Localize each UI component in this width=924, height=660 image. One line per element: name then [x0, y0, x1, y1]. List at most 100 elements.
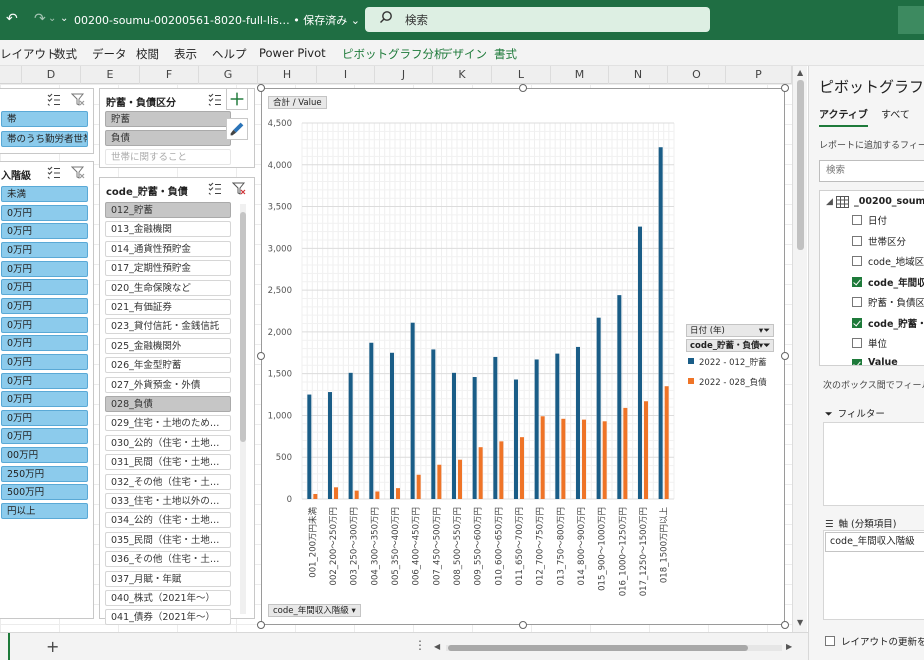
- field-label[interactable]: 単位: [868, 336, 887, 350]
- field-label[interactable]: code_貯蓄・: [868, 316, 924, 330]
- account-avatar[interactable]: [898, 6, 924, 34]
- slicer-item[interactable]: 030_公的（住宅・土地…: [105, 434, 231, 451]
- field-checkbox[interactable]: [852, 215, 862, 225]
- slicer-household[interactable]: 帯 帯のうち勤労者世帯: [0, 88, 94, 154]
- slicer-item[interactable]: 034_公的（住宅・土地…: [105, 512, 231, 529]
- undo-icon[interactable]: ↶: [6, 11, 18, 27]
- resize-handle[interactable]: [781, 352, 789, 360]
- filter-drop-area[interactable]: [823, 422, 924, 506]
- slicer-item[interactable]: 帯のうち勤労者世帯: [1, 131, 88, 147]
- tab-help[interactable]: ヘルプ: [212, 46, 247, 62]
- column-header[interactable]: G: [199, 66, 258, 84]
- sheet-vertical-scrollbar[interactable]: ▲ ▼: [792, 66, 807, 632]
- legend-entry[interactable]: 2022 - 012_貯蓄: [688, 356, 767, 368]
- slicer-item[interactable]: 円以上: [1, 503, 88, 520]
- clear-filter-icon[interactable]: [71, 93, 85, 106]
- sheet-scrollbar-thumb[interactable]: [797, 80, 804, 250]
- document-title[interactable]: 00200-soumu-00200561-8020-full-lis… • 保存…: [74, 12, 360, 28]
- multi-select-icon[interactable]: [47, 93, 61, 106]
- slicer-item[interactable]: 500万円: [1, 484, 88, 501]
- redo-dropdown-icon[interactable]: ⌄: [48, 11, 56, 27]
- slicer-item[interactable]: 0万円: [1, 409, 88, 426]
- slicer-item[interactable]: 250万円: [1, 465, 88, 482]
- field-label[interactable]: code_年間収: [868, 275, 924, 289]
- multi-select-icon[interactable]: [47, 166, 61, 179]
- slicer-item[interactable]: 036_その他（住宅・土…: [105, 551, 231, 568]
- defer-layout-update-checkbox[interactable]: レイアウトの更新を保: [825, 634, 924, 648]
- slicer-item[interactable]: 0万円: [1, 353, 88, 370]
- column-header[interactable]: L: [492, 66, 551, 84]
- sheet-tab[interactable]: [0, 633, 10, 660]
- slicer-item[interactable]: 014_通貨性預貯金: [105, 240, 231, 257]
- resize-handle[interactable]: [781, 621, 789, 629]
- slicer-item[interactable]: 021_有価証券: [105, 299, 231, 315]
- column-header[interactable]: H: [258, 66, 317, 84]
- table-name[interactable]: _00200_soum: [854, 196, 924, 207]
- resize-handle[interactable]: [519, 84, 527, 92]
- column-header[interactable]: N: [609, 66, 668, 84]
- slicer-item[interactable]: 033_住宅・土地以外の…: [105, 493, 231, 509]
- tab-formulas[interactable]: 数式: [54, 46, 77, 62]
- clear-filter-icon[interactable]: [232, 182, 246, 195]
- slicer-item[interactable]: 026_年金型貯蓄: [105, 357, 231, 374]
- column-header[interactable]: P: [726, 66, 792, 84]
- chart-style-button[interactable]: [226, 118, 248, 140]
- slicer-item[interactable]: 040_株式（2021年〜）: [105, 590, 231, 606]
- tab-data[interactable]: データ: [92, 46, 127, 62]
- slicer-item[interactable]: 0万円: [1, 391, 88, 408]
- add-sheet-icon[interactable]: +: [46, 637, 59, 656]
- slicer-item[interactable]: 037_月賦・年賦: [105, 570, 231, 587]
- resize-handle[interactable]: [257, 84, 265, 92]
- slicer-item[interactable]: 負債: [105, 130, 231, 146]
- tab-format[interactable]: 書式: [494, 46, 517, 62]
- more-options-icon[interactable]: ⋮: [414, 638, 426, 652]
- column-header[interactable]: K: [433, 66, 492, 84]
- tab-design[interactable]: デザイン: [441, 46, 487, 62]
- scroll-right-icon[interactable]: ▶: [786, 642, 792, 651]
- slicer-item[interactable]: 032_その他（住宅・土…: [105, 473, 231, 490]
- field-checkbox[interactable]: [852, 297, 862, 307]
- slicer-item[interactable]: 041_債券（2021年〜）: [105, 609, 231, 626]
- field-label[interactable]: 日付: [868, 213, 887, 227]
- field-checkbox[interactable]: [852, 276, 862, 287]
- checkbox[interactable]: [825, 636, 835, 646]
- slicer-scrollbar-thumb[interactable]: [240, 212, 246, 442]
- slicer-item[interactable]: 0万円: [1, 428, 88, 445]
- slicer-item[interactable]: 035_民間（住宅・土地…: [105, 531, 231, 548]
- field-label[interactable]: 貯蓄・負債区: [868, 295, 924, 309]
- scroll-up-icon[interactable]: ▲: [797, 68, 803, 77]
- field-label[interactable]: Value: [868, 357, 898, 366]
- field-label[interactable]: 世帯区分: [868, 234, 906, 248]
- tab-all-fields[interactable]: すべて: [881, 106, 910, 121]
- tab-active-fields[interactable]: アクティブ: [819, 106, 868, 127]
- slicer-item[interactable]: 貯蓄: [105, 111, 231, 127]
- legend-code-field-button[interactable]: code_貯蓄・負債 ▾⏷: [686, 339, 774, 352]
- column-header[interactable]: M: [551, 66, 609, 84]
- search-box[interactable]: 検索: [365, 7, 710, 32]
- horizontal-scrollbar-thumb[interactable]: [448, 645, 748, 651]
- slicer-item[interactable]: 025_金融機関外: [105, 337, 231, 354]
- resize-handle[interactable]: [781, 84, 789, 92]
- slicer-item[interactable]: 023_貸付信託・金銭信託: [105, 318, 231, 335]
- tab-review[interactable]: 校閲: [136, 46, 159, 62]
- slicer-item[interactable]: 017_定期性預貯金: [105, 260, 231, 277]
- legend-date-field-button[interactable]: 日付 (年) ▾⏷: [686, 324, 774, 337]
- slicer-item[interactable]: 028_負債: [105, 396, 231, 412]
- slicer-item[interactable]: 0万円: [1, 241, 88, 258]
- column-header[interactable]: D: [22, 66, 81, 84]
- slicer-item[interactable]: 0万円: [1, 260, 88, 277]
- quick-access-more-icon[interactable]: ⌄: [60, 11, 68, 27]
- redo-icon[interactable]: ↷: [34, 11, 46, 27]
- column-header[interactable]: E: [81, 66, 140, 84]
- slicer-item[interactable]: 0万円: [1, 335, 88, 352]
- legend-entry[interactable]: 2022 - 028_負債: [688, 376, 767, 388]
- field-checkbox[interactable]: [852, 358, 862, 365]
- slicer-item[interactable]: 0万円: [1, 316, 88, 333]
- column-header-c[interactable]: [0, 66, 22, 84]
- scroll-left-icon[interactable]: ◀: [434, 642, 440, 651]
- axis-field-button[interactable]: code_年間収入階級 ▾: [268, 604, 361, 617]
- column-header[interactable]: I: [317, 66, 375, 84]
- slicer-item[interactable]: 世帯に関すること: [105, 149, 231, 165]
- column-header[interactable]: F: [140, 66, 199, 84]
- field-checkbox[interactable]: [852, 256, 862, 266]
